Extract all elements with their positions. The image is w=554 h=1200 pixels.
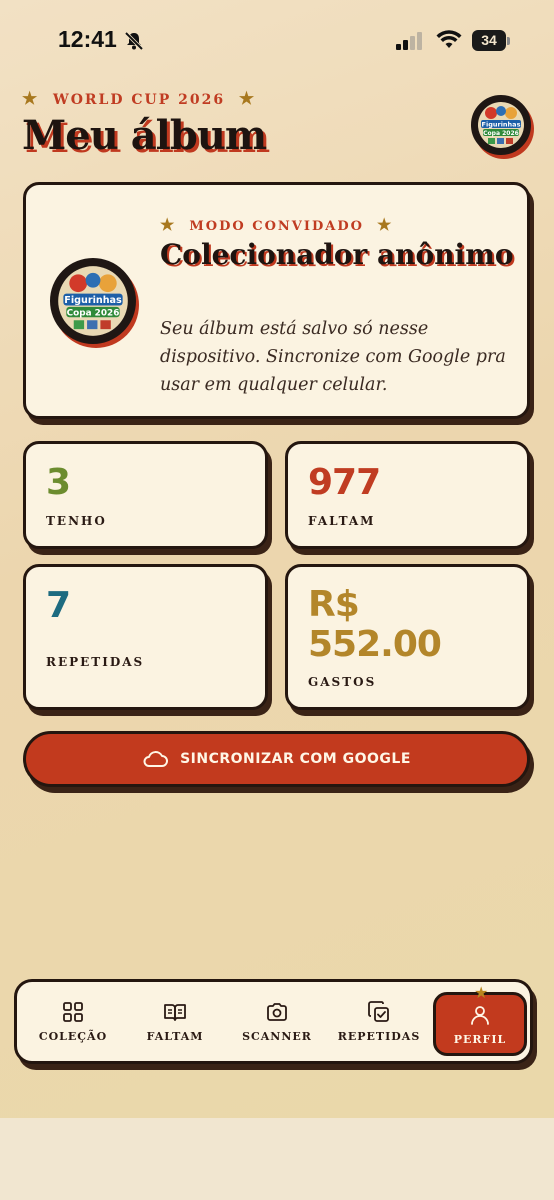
guest-mode-kicker: ★ MODO CONVIDADO ★ (160, 215, 393, 234)
cloud-icon (143, 751, 169, 767)
guest-mode-label: MODO CONVIDADO (189, 219, 364, 234)
album-logo-icon: Figurinhas Copa 2026 (474, 98, 528, 152)
header-kicker-text: WORLD CUP 2026 (53, 92, 226, 108)
guest-name: Colecionador anônimo (160, 238, 514, 271)
star-icon: ★ (238, 89, 257, 109)
nav-label-perfil: PERFIL (453, 1033, 507, 1046)
battery-tip (507, 37, 510, 45)
logo-text-line2: Copa 2026 (483, 130, 519, 137)
profile-avatar[interactable]: Figurinhas Copa 2026 (471, 95, 531, 155)
copy-check-icon (368, 1001, 389, 1022)
bottom-navigation: COLEÇÃO FALTAM SCANNER REPETIDAS ★ PERFI… (14, 979, 533, 1064)
stat-value-gastos-amount: 552.00 (308, 624, 442, 665)
stat-value-gastos-currency: R$ (308, 584, 360, 625)
stat-label-repetidas: REPETIDAS (46, 655, 145, 669)
bell-off-icon (124, 31, 144, 51)
grid-icon (63, 1002, 83, 1022)
page-title: Meu álbum (22, 112, 267, 159)
logo-text-line2: Copa 2026 (67, 309, 120, 319)
sync-google-label: SINCRONIZAR COM GOOGLE (180, 751, 411, 767)
nav-item-repetidas[interactable]: REPETIDAS (333, 990, 425, 1054)
nav-label-faltam: FALTAM (146, 1030, 204, 1043)
nav-item-scanner[interactable]: SCANNER (231, 990, 323, 1054)
stat-value-gastos: R$ 552.00 (308, 584, 442, 665)
nav-label-repetidas: REPETIDAS (337, 1030, 421, 1043)
stat-card-gastos: R$ 552.00 GASTOS (285, 564, 530, 710)
battery-indicator: 34 (472, 30, 506, 51)
camera-icon (267, 1003, 287, 1021)
stat-label-tenho: TENHO (46, 514, 107, 528)
star-icon: ★ (377, 215, 394, 234)
active-star-icon: ★ (474, 983, 489, 1002)
stat-label-faltam: FALTAM (308, 514, 376, 528)
wifi-icon (436, 30, 462, 48)
status-time: 12:41 (58, 26, 117, 52)
star-icon: ★ (22, 89, 40, 109)
logo-text-line1: Figurinhas (64, 295, 122, 306)
nav-item-faltam[interactable]: FALTAM (129, 990, 221, 1054)
sync-google-button[interactable]: SINCRONIZAR COM GOOGLE (23, 731, 530, 787)
nav-label-colecao: COLEÇÃO (38, 1030, 108, 1043)
stat-value-faltam: 977 (308, 462, 381, 503)
cellular-signal-icon (396, 32, 422, 50)
open-book-icon (164, 1004, 186, 1021)
header-kicker: ★ WORLD CUP 2026 ★ (22, 89, 256, 109)
bottom-blank-area (0, 1118, 554, 1200)
stat-value-repetidas: 7 (46, 585, 71, 626)
stat-card-repetidas: 7 REPETIDAS (23, 564, 268, 710)
app-screen: 12:41 34 ★ WORLD CUP 2026 ★ Meu álbum Fi… (0, 0, 554, 1118)
nav-item-perfil[interactable]: ★ PERFIL (433, 983, 527, 1056)
guest-profile-card: Figurinhas Copa 2026 ★ MODO CONVIDADO ★ … (23, 182, 530, 419)
stat-card-faltam: 977 FALTAM (285, 441, 530, 549)
stat-value-tenho: 3 (46, 462, 71, 503)
nav-item-colecao[interactable]: COLEÇÃO (27, 990, 119, 1054)
album-logo-icon: Figurinhas Copa 2026 (53, 261, 133, 341)
guest-album-logo: Figurinhas Copa 2026 (50, 258, 136, 344)
stat-card-tenho: 3 TENHO (23, 441, 268, 549)
star-icon: ★ (160, 215, 177, 234)
stat-label-gastos: GASTOS (308, 675, 377, 689)
guest-description: Seu álbum está salvo só nesse dispositiv… (160, 319, 506, 395)
nav-label-scanner: SCANNER (242, 1030, 312, 1043)
logo-text-line1: Figurinhas (482, 121, 521, 129)
user-icon (471, 1006, 489, 1025)
